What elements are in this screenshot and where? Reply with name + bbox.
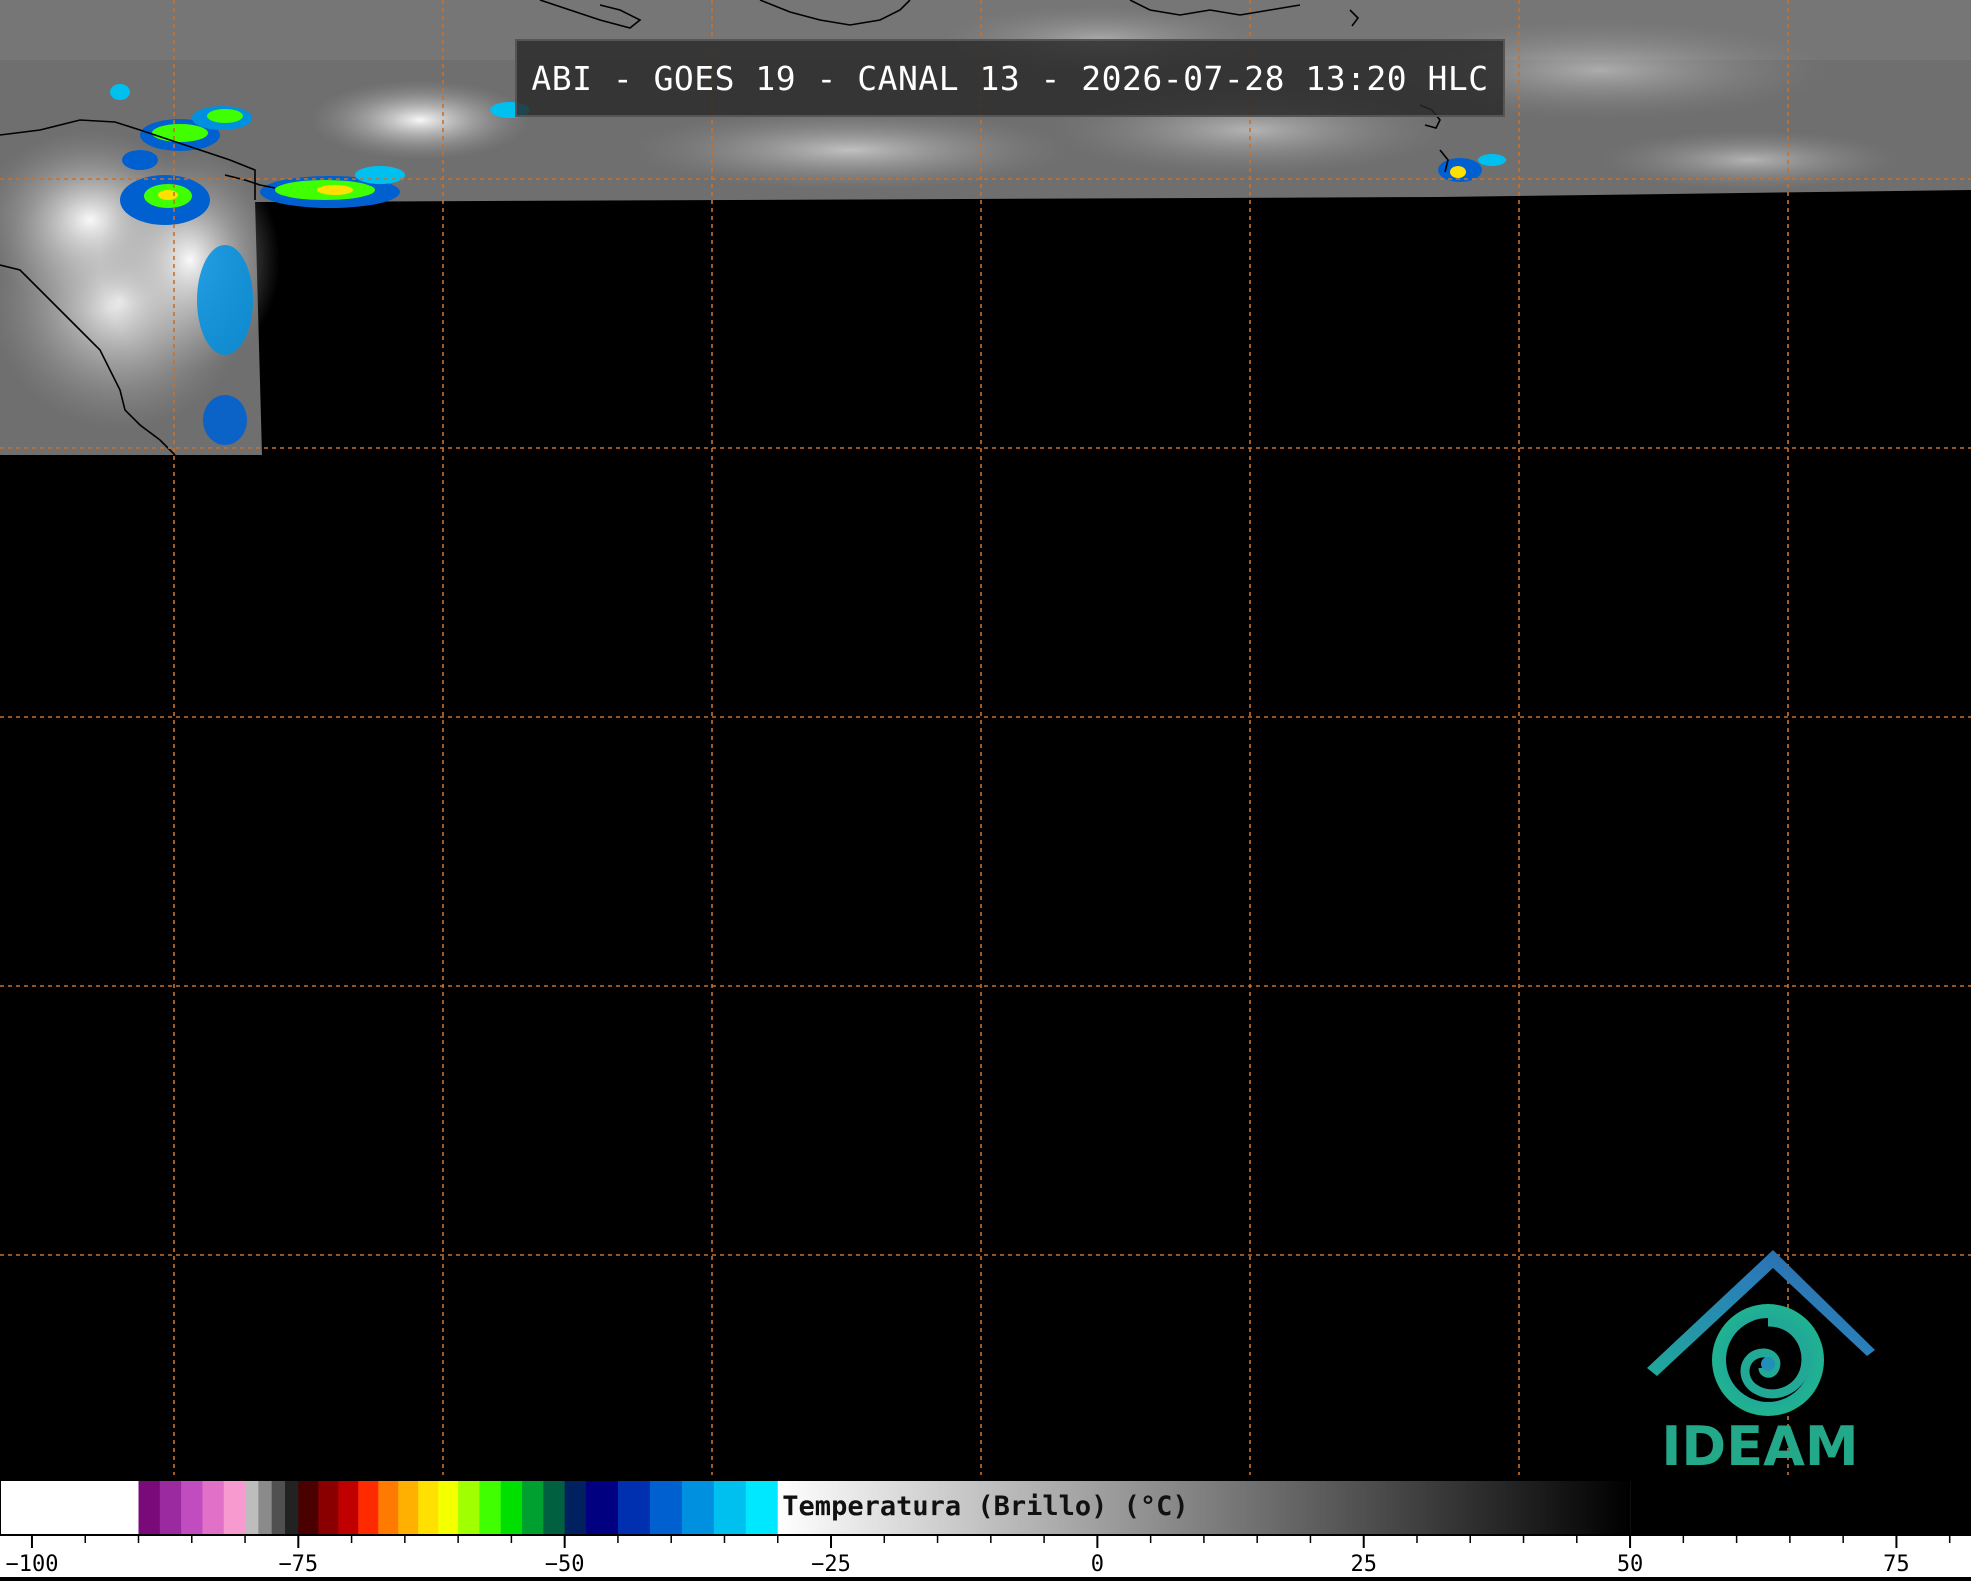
colorbar-blue-segment-4: [713, 1480, 747, 1535]
colorbar-blue-segment-2: [649, 1480, 683, 1535]
ideam-wordmark: IDEAM: [1661, 1415, 1859, 1478]
colorbar-blue-segment-3: [681, 1480, 715, 1535]
colorbar-tick-label: −100: [5, 1552, 59, 1577]
colorbar-blue-segment-5: [745, 1480, 779, 1535]
colorbar-green-segment-4: [543, 1480, 566, 1535]
colorbar-purple-segment-4: [223, 1480, 246, 1535]
colorbar-warm-segment-0: [298, 1480, 319, 1535]
colorbar-warm-segment-6: [418, 1480, 439, 1535]
colorbar-tick-label: 25: [1350, 1552, 1377, 1577]
colorbar-purple-segment-0: [138, 1480, 161, 1535]
colorbar-tick-label: 50: [1616, 1552, 1644, 1577]
satellite-map: ABI - GOES 19 - CANAL 13 - 2026-07-28 13…: [0, 0, 1971, 1478]
colorbar-warm-segment-1: [318, 1480, 339, 1535]
colorbar-warm-segment-2: [338, 1480, 359, 1535]
colorbar-tick-label: 0: [1090, 1552, 1104, 1577]
colorbar-tick-label: 75: [1883, 1552, 1910, 1577]
ideam-logo: IDEAM: [1645, 1250, 1875, 1478]
colorbar-warm-segment-3: [358, 1480, 379, 1535]
title-banner: ABI - GOES 19 - CANAL 13 - 2026-07-28 13…: [515, 39, 1505, 117]
colorbar-green-segment-3: [522, 1480, 544, 1535]
colorbar-purple-segment-3: [202, 1480, 225, 1535]
colorbar-cold-gray-segment-2: [271, 1480, 286, 1535]
colorbar-white-segment: [0, 1480, 140, 1535]
ideam-emblem-icon: [1647, 1250, 1875, 1416]
colorbar-cold-gray-segment-3: [284, 1480, 299, 1535]
colorbar-tick-label: −25: [811, 1552, 851, 1577]
colorbar-warm-segment-4: [378, 1480, 399, 1535]
colorbar-black-segment: [1630, 1480, 1971, 1535]
colorbar-warm-segment-5: [398, 1480, 419, 1535]
colorbar-gray-ramp: [777, 1480, 1631, 1535]
colorbar-tick-label: −50: [544, 1552, 585, 1577]
colorbar-purple-segment-2: [181, 1480, 203, 1535]
colorbar-green-segment-0: [458, 1480, 480, 1535]
colorbar-green-segment-1: [479, 1480, 502, 1535]
colorbar-cold-gray-segment-0: [245, 1480, 259, 1535]
colorbar-green-segment-5: [564, 1480, 587, 1535]
colorbar-blue-segment-0: [585, 1480, 619, 1535]
colorbar-purple-segment-1: [159, 1480, 182, 1535]
colorbar-blue-segment-1: [617, 1480, 651, 1535]
colorbar-cold-gray-segment-1: [258, 1480, 273, 1535]
colorbar-warm-segment-7: [438, 1480, 459, 1535]
colorbar-tick-label: −75: [278, 1552, 319, 1577]
map-title: ABI - GOES 19 - CANAL 13 - 2026-07-28 13…: [531, 58, 1489, 98]
colorbar-green-segment-2: [500, 1480, 523, 1535]
